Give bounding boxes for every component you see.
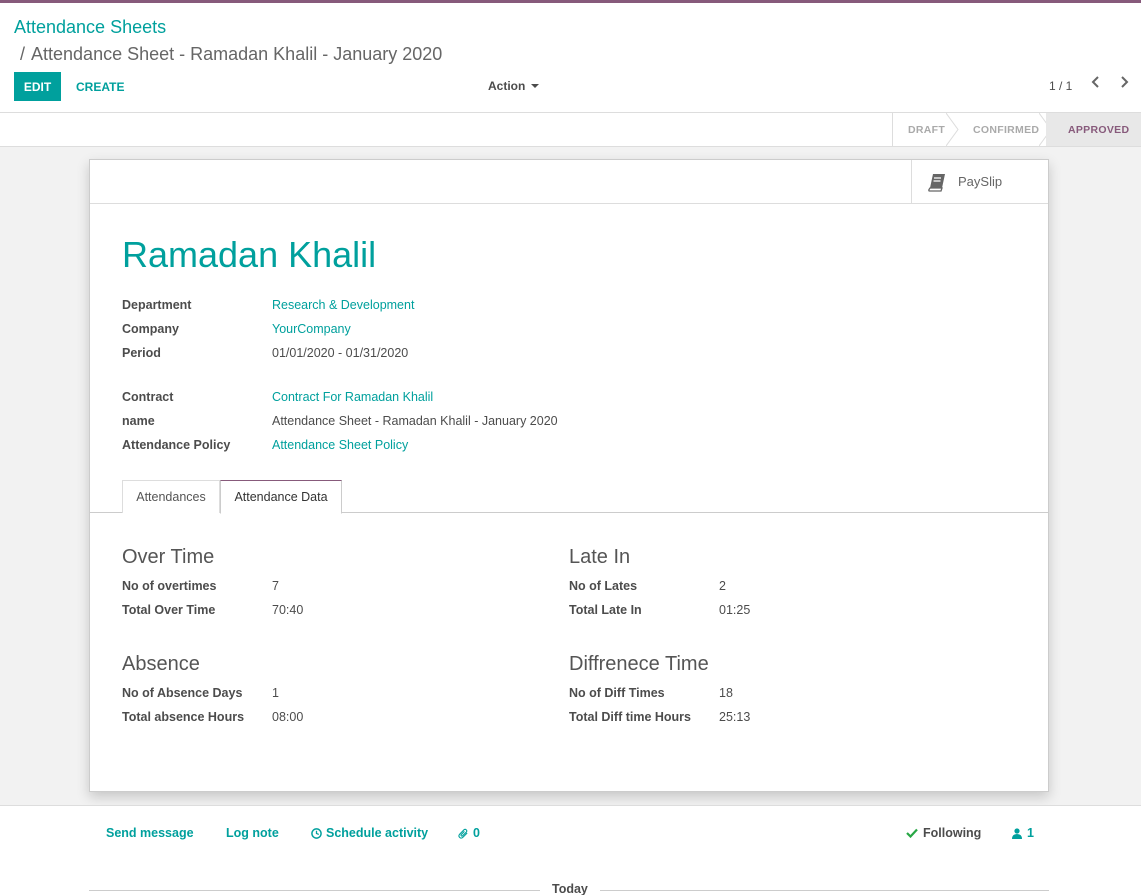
field-value-total-over-time: 70:40 — [272, 603, 304, 617]
payslip-button[interactable]: PaySlip — [911, 160, 1048, 203]
pager-previous-button[interactable] — [1088, 73, 1104, 91]
group-title-absence: Absence — [122, 653, 200, 675]
action-dropdown[interactable]: Action — [488, 79, 540, 93]
field-label-company: Company — [122, 322, 179, 336]
field-value-period: 01/01/2020 - 01/31/2020 — [272, 346, 409, 360]
status-step-label: CONFIRMED — [973, 123, 1040, 136]
field-value-no-of-overtimes: 7 — [272, 579, 279, 593]
chevron-left-icon — [1091, 76, 1099, 88]
field-label-attendance-policy: Attendance Policy — [122, 438, 231, 452]
status-step-label: DRAFT — [908, 123, 946, 136]
field-value-department[interactable]: Research & Development — [272, 298, 414, 312]
field-value-name: Attendance Sheet - Ramadan Khalil - Janu… — [272, 414, 558, 428]
status-step-label: APPROVED — [1068, 123, 1130, 136]
status-bar: DRAFT CONFIRMED APPROVED — [0, 113, 1141, 147]
create-button[interactable]: CREATE — [70, 72, 130, 101]
smart-button-box: PaySlip — [90, 160, 1048, 204]
edit-button[interactable]: EDIT — [14, 72, 61, 101]
field-value-contract[interactable]: Contract For Ramadan Khalil — [272, 390, 433, 404]
following-label: Following — [923, 826, 982, 840]
control-panel: Attendance Sheets / Attendance Sheet - Ra… — [0, 3, 1141, 113]
book-icon — [928, 173, 945, 192]
caret-down-icon — [531, 84, 540, 88]
status-step-confirmed[interactable]: CONFIRMED — [953, 113, 1052, 146]
field-value-total-diff-time-hours: 25:13 — [719, 710, 751, 724]
schedule-activity-label: Schedule activity — [326, 826, 429, 840]
send-message-button[interactable]: Send message — [106, 826, 194, 840]
clock-icon — [311, 827, 322, 839]
breadcrumb-current: / Attendance Sheet - Ramadan Khalil - Jan… — [20, 44, 442, 65]
field-label-total-absence-hours: Total absence Hours — [122, 710, 245, 724]
tab-attendance-data[interactable]: Attendance Data — [220, 480, 342, 514]
field-label-total-over-time: Total Over Time — [122, 603, 216, 617]
field-label-period: Period — [122, 346, 161, 360]
field-label-no-of-absence-days: No of Absence Days — [122, 686, 243, 700]
field-label-name: name — [122, 414, 155, 428]
attachments-button[interactable]: 0 — [458, 826, 480, 840]
field-label-total-diff-time-hours: Total Diff time Hours — [569, 710, 691, 724]
chatter: Send message Log note Schedule activity … — [0, 805, 1141, 895]
attachments-count: 0 — [473, 826, 480, 840]
schedule-activity-button[interactable]: Schedule activity — [311, 826, 428, 840]
field-label-no-of-overtimes: No of overtimes — [122, 579, 217, 593]
field-label-contract: Contract — [122, 390, 174, 404]
breadcrumb-current-label: Attendance Sheet - Ramadan Khalil - Janu… — [31, 44, 443, 64]
field-label-total-late-in: Total Late In — [569, 603, 642, 617]
field-value-no-of-diff-times: 18 — [719, 686, 733, 700]
payslip-button-label: PaySlip — [958, 174, 1003, 189]
field-label-no-of-lates: No of Lates — [569, 579, 638, 593]
date-divider-label: Today — [540, 882, 600, 895]
pager-value: 1 / 1 — [1049, 79, 1073, 93]
group-title-diff-time: Diffrenece Time — [569, 653, 709, 675]
breadcrumb-separator: / — [20, 44, 26, 64]
log-note-button[interactable]: Log note — [226, 826, 279, 840]
field-value-no-of-lates: 2 — [719, 579, 726, 593]
record-title: Ramadan Khalil — [122, 234, 377, 275]
chevron-right-icon — [1121, 76, 1129, 88]
tab-attendances[interactable]: Attendances — [122, 480, 220, 513]
field-value-company[interactable]: YourCompany — [272, 322, 351, 336]
check-icon — [906, 828, 918, 838]
followers-count: 1 — [1027, 826, 1034, 840]
action-dropdown-label: Action — [488, 79, 526, 93]
pager-next-button[interactable] — [1116, 73, 1132, 91]
followers-button[interactable]: 1 — [1012, 826, 1034, 840]
log-note-label: Log note — [226, 826, 279, 840]
status-step-approved[interactable]: APPROVED — [1046, 113, 1141, 146]
user-icon — [1012, 827, 1022, 839]
status-steps: DRAFT CONFIRMED APPROVED — [892, 113, 1141, 146]
form-sheet: PaySlip Ramadan Khalil Department Resear… — [89, 159, 1049, 792]
field-value-total-absence-hours: 08:00 — [272, 710, 304, 724]
group-title-overtime: Over Time — [122, 546, 215, 568]
group-title-late-in: Late In — [569, 546, 631, 568]
field-value-no-of-absence-days: 1 — [272, 686, 279, 700]
notebook-tabs: Attendances Attendance Data — [90, 480, 1048, 514]
send-message-label: Send message — [106, 826, 194, 840]
paperclip-icon — [458, 828, 468, 839]
field-value-total-late-in: 01:25 — [719, 603, 751, 617]
status-step-draft[interactable]: DRAFT — [893, 113, 959, 146]
field-label-department: Department — [122, 298, 192, 312]
following-button[interactable]: Following — [906, 826, 981, 840]
field-value-attendance-policy[interactable]: Attendance Sheet Policy — [272, 438, 408, 452]
field-label-no-of-diff-times: No of Diff Times — [569, 686, 665, 700]
breadcrumb-root-link[interactable]: Attendance Sheets — [14, 17, 166, 38]
